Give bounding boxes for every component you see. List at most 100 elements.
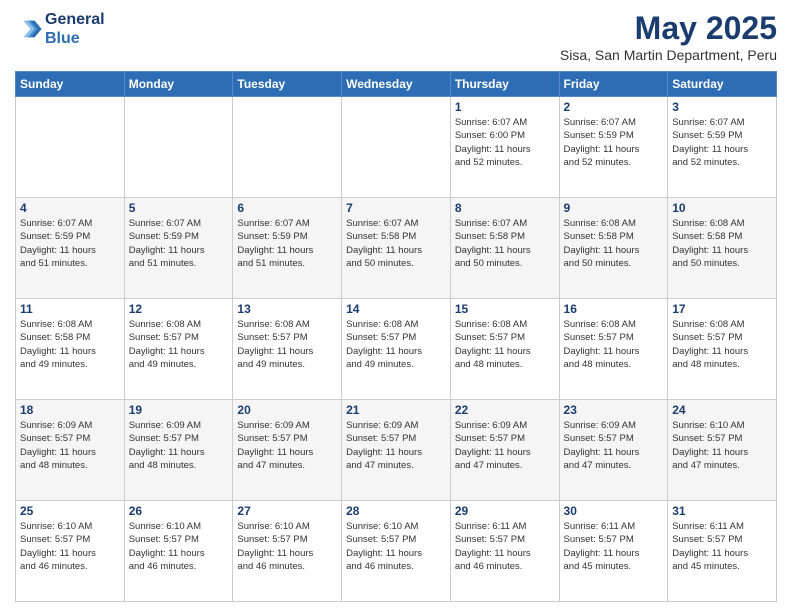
day-info: Sunrise: 6:10 AM Sunset: 5:57 PM Dayligh… xyxy=(672,419,772,472)
day-info: Sunrise: 6:07 AM Sunset: 5:59 PM Dayligh… xyxy=(237,217,337,270)
day-info: Sunrise: 6:08 AM Sunset: 5:58 PM Dayligh… xyxy=(672,217,772,270)
day-info: Sunrise: 6:07 AM Sunset: 5:59 PM Dayligh… xyxy=(20,217,120,270)
calendar-cell: 17 Sunrise: 6:08 AM Sunset: 5:57 PM Dayli… xyxy=(668,299,777,400)
column-header-saturday: Saturday xyxy=(668,72,777,97)
day-info: Sunrise: 6:10 AM Sunset: 5:57 PM Dayligh… xyxy=(237,520,337,573)
day-number: 25 xyxy=(20,504,120,518)
calendar-cell: 18Sunrise: 6:09 AM Sunset: 5:57 PM Dayli… xyxy=(16,400,125,501)
day-info: Sunrise: 6:09 AM Sunset: 5:57 PM Dayligh… xyxy=(455,419,555,472)
calendar-cell: 25 Sunrise: 6:10 AM Sunset: 5:57 PM Dayli… xyxy=(16,501,125,602)
calendar-cell: 10 Sunrise: 6:08 AM Sunset: 5:58 PM Dayli… xyxy=(668,198,777,299)
calendar-cell: 26 Sunrise: 6:10 AM Sunset: 5:57 PM Dayli… xyxy=(124,501,233,602)
column-header-wednesday: Wednesday xyxy=(342,72,451,97)
column-header-tuesday: Tuesday xyxy=(233,72,342,97)
day-number: 24 xyxy=(672,403,772,417)
calendar-cell: 13 Sunrise: 6:08 AM Sunset: 5:57 PM Dayli… xyxy=(233,299,342,400)
day-number: 11 xyxy=(20,302,120,316)
calendar-cell: 15 Sunrise: 6:08 AM Sunset: 5:57 PM Dayli… xyxy=(450,299,559,400)
calendar-cell: 11 Sunrise: 6:08 AM Sunset: 5:58 PM Dayli… xyxy=(16,299,125,400)
calendar-cell: 24 Sunrise: 6:10 AM Sunset: 5:57 PM Dayli… xyxy=(668,400,777,501)
day-number: 30 xyxy=(564,504,664,518)
day-number: 29 xyxy=(455,504,555,518)
calendar-cell: 31Sunrise: 6:11 AM Sunset: 5:57 PM Dayli… xyxy=(668,501,777,602)
day-number: 26 xyxy=(129,504,229,518)
calendar-cell: 9 Sunrise: 6:08 AM Sunset: 5:58 PM Daylig… xyxy=(559,198,668,299)
calendar-cell xyxy=(124,97,233,198)
day-info: Sunrise: 6:07 AM Sunset: 5:59 PM Dayligh… xyxy=(129,217,229,270)
calendar-cell: 3 Sunrise: 6:07 AM Sunset: 5:59 PM Daylig… xyxy=(668,97,777,198)
day-info: Sunrise: 6:08 AM Sunset: 5:57 PM Dayligh… xyxy=(455,318,555,371)
calendar-cell: 5 Sunrise: 6:07 AM Sunset: 5:59 PM Daylig… xyxy=(124,198,233,299)
day-info: Sunrise: 6:07 AM Sunset: 6:00 PM Dayligh… xyxy=(455,116,555,169)
day-number: 22 xyxy=(455,403,555,417)
day-number: 20 xyxy=(237,403,337,417)
day-info: Sunrise: 6:10 AM Sunset: 5:57 PM Dayligh… xyxy=(20,520,120,573)
day-number: 17 xyxy=(672,302,772,316)
day-number: 27 xyxy=(237,504,337,518)
day-info: Sunrise: 6:08 AM Sunset: 5:57 PM Dayligh… xyxy=(346,318,446,371)
day-number: 15 xyxy=(455,302,555,316)
calendar-cell: 2 Sunrise: 6:07 AM Sunset: 5:59 PM Daylig… xyxy=(559,97,668,198)
column-header-thursday: Thursday xyxy=(450,72,559,97)
page: General Blue May 2025 Sisa, San Martin D… xyxy=(0,0,792,612)
calendar-cell xyxy=(16,97,125,198)
calendar-cell: 23 Sunrise: 6:09 AM Sunset: 5:57 PM Dayli… xyxy=(559,400,668,501)
day-info: Sunrise: 6:07 AM Sunset: 5:58 PM Dayligh… xyxy=(346,217,446,270)
calendar-cell xyxy=(233,97,342,198)
day-number: 16 xyxy=(564,302,664,316)
day-number: 7 xyxy=(346,201,446,215)
logo-icon xyxy=(15,15,43,43)
calendar-cell: 30Sunrise: 6:11 AM Sunset: 5:57 PM Dayli… xyxy=(559,501,668,602)
day-info: Sunrise: 6:11 AM Sunset: 5:57 PM Dayligh… xyxy=(672,520,772,573)
day-number: 3 xyxy=(672,100,772,114)
header: General Blue May 2025 Sisa, San Martin D… xyxy=(15,10,777,63)
calendar-cell: 16 Sunrise: 6:08 AM Sunset: 5:57 PM Dayli… xyxy=(559,299,668,400)
day-info: Sunrise: 6:08 AM Sunset: 5:57 PM Dayligh… xyxy=(564,318,664,371)
day-info: Sunrise: 6:11 AM Sunset: 5:57 PM Dayligh… xyxy=(455,520,555,573)
calendar-week-4: 18Sunrise: 6:09 AM Sunset: 5:57 PM Dayli… xyxy=(16,400,777,501)
calendar-week-5: 25 Sunrise: 6:10 AM Sunset: 5:57 PM Dayli… xyxy=(16,501,777,602)
day-number: 13 xyxy=(237,302,337,316)
calendar-cell: 4Sunrise: 6:07 AM Sunset: 5:59 PM Daylig… xyxy=(16,198,125,299)
calendar-week-2: 4Sunrise: 6:07 AM Sunset: 5:59 PM Daylig… xyxy=(16,198,777,299)
calendar-cell: 29 Sunrise: 6:11 AM Sunset: 5:57 PM Dayli… xyxy=(450,501,559,602)
day-info: Sunrise: 6:07 AM Sunset: 5:59 PM Dayligh… xyxy=(564,116,664,169)
day-info: Sunrise: 6:07 AM Sunset: 5:59 PM Dayligh… xyxy=(672,116,772,169)
day-info: Sunrise: 6:09 AM Sunset: 5:57 PM Dayligh… xyxy=(237,419,337,472)
main-title: May 2025 xyxy=(560,10,777,47)
calendar-cell: 6Sunrise: 6:07 AM Sunset: 5:59 PM Daylig… xyxy=(233,198,342,299)
logo: General Blue xyxy=(15,10,105,48)
day-info: Sunrise: 6:09 AM Sunset: 5:57 PM Dayligh… xyxy=(129,419,229,472)
day-number: 21 xyxy=(346,403,446,417)
day-info: Sunrise: 6:10 AM Sunset: 5:57 PM Dayligh… xyxy=(346,520,446,573)
day-info: Sunrise: 6:08 AM Sunset: 5:57 PM Dayligh… xyxy=(237,318,337,371)
day-info: Sunrise: 6:08 AM Sunset: 5:58 PM Dayligh… xyxy=(20,318,120,371)
calendar-cell: 12Sunrise: 6:08 AM Sunset: 5:57 PM Dayli… xyxy=(124,299,233,400)
day-number: 2 xyxy=(564,100,664,114)
calendar-cell xyxy=(342,97,451,198)
calendar-cell: 1Sunrise: 6:07 AM Sunset: 6:00 PM Daylig… xyxy=(450,97,559,198)
day-number: 5 xyxy=(129,201,229,215)
column-header-friday: Friday xyxy=(559,72,668,97)
day-info: Sunrise: 6:08 AM Sunset: 5:57 PM Dayligh… xyxy=(129,318,229,371)
subtitle: Sisa, San Martin Department, Peru xyxy=(560,47,777,63)
day-info: Sunrise: 6:08 AM Sunset: 5:58 PM Dayligh… xyxy=(564,217,664,270)
calendar-cell: 27 Sunrise: 6:10 AM Sunset: 5:57 PM Dayli… xyxy=(233,501,342,602)
title-area: May 2025 Sisa, San Martin Department, Pe… xyxy=(560,10,777,63)
day-number: 8 xyxy=(455,201,555,215)
day-number: 23 xyxy=(564,403,664,417)
day-number: 19 xyxy=(129,403,229,417)
day-info: Sunrise: 6:09 AM Sunset: 5:57 PM Dayligh… xyxy=(564,419,664,472)
day-info: Sunrise: 6:10 AM Sunset: 5:57 PM Dayligh… xyxy=(129,520,229,573)
day-number: 10 xyxy=(672,201,772,215)
column-header-sunday: Sunday xyxy=(16,72,125,97)
calendar-header-row: SundayMondayTuesdayWednesdayThursdayFrid… xyxy=(16,72,777,97)
calendar-cell: 14Sunrise: 6:08 AM Sunset: 5:57 PM Dayli… xyxy=(342,299,451,400)
day-number: 9 xyxy=(564,201,664,215)
calendar-cell: 7 Sunrise: 6:07 AM Sunset: 5:58 PM Daylig… xyxy=(342,198,451,299)
day-info: Sunrise: 6:07 AM Sunset: 5:58 PM Dayligh… xyxy=(455,217,555,270)
calendar-cell: 21Sunrise: 6:09 AM Sunset: 5:57 PM Dayli… xyxy=(342,400,451,501)
calendar-cell: 22 Sunrise: 6:09 AM Sunset: 5:57 PM Dayli… xyxy=(450,400,559,501)
day-info: Sunrise: 6:08 AM Sunset: 5:57 PM Dayligh… xyxy=(672,318,772,371)
calendar-cell: 28Sunrise: 6:10 AM Sunset: 5:57 PM Dayli… xyxy=(342,501,451,602)
